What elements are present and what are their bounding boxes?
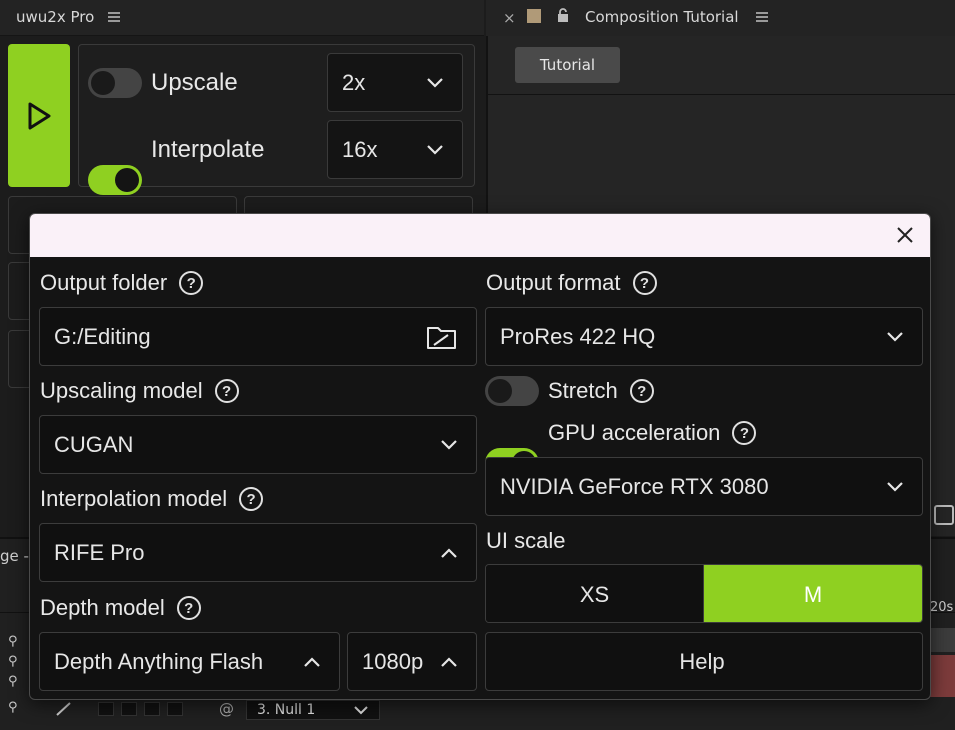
depth-resolution-value: 1080p	[362, 648, 424, 674]
close-icon[interactable]: ×	[503, 9, 516, 27]
help-icon[interactable]: ?	[629, 379, 654, 403]
tab-tutorial[interactable]: Tutorial	[515, 47, 620, 83]
upscale-toggle[interactable]	[88, 68, 142, 98]
interpolation-model-label: Interpolation model ?	[40, 486, 264, 512]
chevron-up-icon	[441, 656, 457, 667]
chevron-down-icon	[427, 144, 443, 155]
upscale-factor-value: 2x	[342, 69, 366, 95]
viewer-toggle-icon[interactable]	[934, 505, 954, 525]
folder-icon[interactable]	[426, 323, 458, 351]
upscaling-model-label: Upscaling model ?	[40, 378, 239, 404]
interpolate-toggle[interactable]	[88, 165, 142, 195]
chevron-up-icon	[441, 547, 457, 558]
depth-model-select[interactable]: Depth Anything Flash	[39, 632, 340, 691]
help-button[interactable]: Help	[485, 632, 923, 691]
layer-switch[interactable]	[167, 702, 183, 716]
run-button[interactable]	[8, 44, 70, 187]
interpolation-model-value: RIFE Pro	[54, 539, 145, 565]
ui-scale-segmented: XS M	[485, 564, 923, 623]
layer-icon[interactable]: ⚲	[8, 700, 26, 715]
layer-switch[interactable]	[98, 702, 114, 716]
output-format-value: ProRes 422 HQ	[500, 323, 656, 349]
interpolation-model-select[interactable]: RIFE Pro	[39, 523, 477, 582]
stretch-label: Stretch ?	[548, 378, 654, 404]
layer-bar[interactable]	[930, 628, 955, 652]
output-folder-label: Output folder ?	[40, 270, 204, 296]
depth-model-label: Depth model ?	[40, 595, 201, 621]
panel-title: uwu2x Pro	[16, 8, 95, 26]
gpu-device-value: NVIDIA GeForce RTX 3080	[500, 473, 769, 499]
chevron-down-icon	[354, 706, 368, 715]
upscale-label: Upscale	[151, 69, 238, 96]
panel-menu-icon[interactable]	[108, 12, 120, 22]
dialog-titlebar	[30, 214, 930, 257]
output-folder-field[interactable]: G:/Editing	[39, 307, 477, 366]
interpolate-label: Interpolate	[151, 136, 265, 163]
interpolate-factor-select[interactable]: 16x	[327, 120, 463, 179]
parent-select-value: 3. Null 1	[257, 702, 316, 718]
ui-scale-label: UI scale	[486, 528, 566, 553]
chevron-down-icon	[427, 77, 443, 88]
help-button-label: Help	[679, 648, 725, 674]
help-icon[interactable]: ?	[214, 379, 239, 403]
chevron-down-icon	[441, 439, 457, 450]
layer-icon[interactable]: ⚲	[8, 674, 26, 689]
layer-switch[interactable]	[144, 702, 160, 716]
output-format-select[interactable]: ProRes 422 HQ	[485, 307, 923, 366]
upscale-factor-select[interactable]: 2x	[327, 53, 463, 112]
chevron-down-icon	[887, 331, 903, 342]
output-format-label: Output format ?	[486, 270, 657, 296]
composition-title: Composition Tutorial	[585, 8, 739, 26]
layer-bar[interactable]	[930, 655, 955, 697]
layer-icon[interactable]: ⚲	[8, 654, 26, 669]
help-icon[interactable]: ?	[239, 487, 264, 511]
ui-scale-xs[interactable]: XS	[486, 565, 704, 622]
ui-scale-m[interactable]: M	[704, 565, 922, 622]
settings-dialog: Output folder ? G:/Editing Upscaling mod…	[29, 213, 931, 700]
gpu-device-select[interactable]: NVIDIA GeForce RTX 3080	[485, 457, 923, 516]
help-icon[interactable]: ?	[732, 421, 757, 445]
spiral-icon[interactable]: @	[219, 700, 234, 718]
chevron-down-icon	[887, 481, 903, 492]
divider	[486, 94, 955, 95]
gpu-acceleration-label: GPU acceleration ?	[548, 420, 757, 446]
depth-model-value: Depth Anything Flash	[54, 648, 264, 674]
lock-icon[interactable]	[557, 8, 569, 22]
upscaling-model-value: CUGAN	[54, 431, 134, 457]
output-folder-value: G:/Editing	[54, 323, 151, 349]
timeline-label: ge -	[0, 547, 29, 565]
depth-resolution-select[interactable]: 1080p	[347, 632, 477, 691]
help-icon[interactable]: ?	[179, 271, 204, 295]
interpolate-factor-value: 16x	[342, 136, 378, 162]
close-icon[interactable]	[894, 224, 916, 246]
composition-color-icon	[527, 9, 541, 23]
composition-menu-icon[interactable]	[756, 12, 768, 22]
layer-icon[interactable]: ⚲	[8, 634, 26, 649]
help-icon[interactable]: ?	[632, 271, 657, 295]
stretch-toggle[interactable]	[485, 376, 539, 406]
layer-switch[interactable]	[121, 702, 137, 716]
pen-icon[interactable]	[55, 701, 73, 717]
help-icon[interactable]: ?	[176, 596, 201, 620]
upscaling-model-select[interactable]: CUGAN	[39, 415, 477, 474]
play-icon	[28, 102, 51, 129]
chevron-up-icon	[304, 656, 320, 667]
